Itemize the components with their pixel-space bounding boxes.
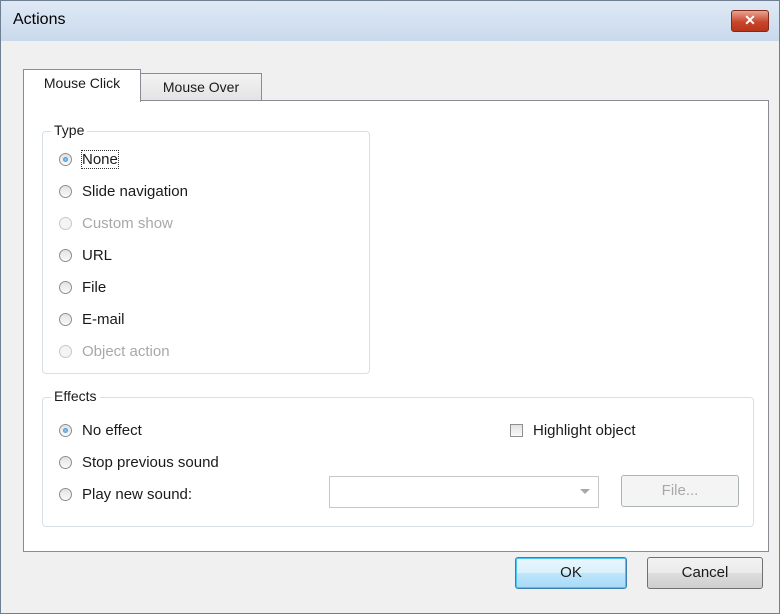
radio-label: URL: [82, 246, 113, 264]
ok-button[interactable]: OK: [515, 557, 627, 589]
tab-mouse-click[interactable]: Mouse Click: [23, 69, 141, 102]
title-bar: Actions ✕: [1, 1, 779, 41]
radio-label: Custom show: [82, 214, 173, 232]
radio-button[interactable]: [59, 487, 72, 501]
file-button: File...: [621, 475, 739, 507]
radio-label: Stop previous sound: [82, 453, 219, 471]
dialog-body: Mouse Click Mouse Over Type None Slide n…: [9, 41, 771, 607]
radio-label: Object action: [82, 342, 170, 360]
type-group: Type None Slide navigation Custom show U…: [42, 122, 370, 374]
radio-label: Play new sound:: [82, 485, 193, 503]
radio-label: No effect: [82, 421, 142, 439]
close-icon: ✕: [744, 12, 756, 28]
radio-label: E-mail: [82, 310, 125, 328]
radio-stop-previous-sound[interactable]: Stop previous sound: [59, 452, 219, 472]
radio-none[interactable]: None: [59, 149, 119, 169]
sound-combobox[interactable]: [329, 476, 599, 508]
radio-button: [59, 216, 72, 230]
tab-mouse-over[interactable]: Mouse Over: [140, 73, 262, 101]
close-button[interactable]: ✕: [731, 10, 769, 32]
checkbox-label: Highlight object: [533, 421, 636, 439]
radio-button[interactable]: [59, 248, 72, 262]
highlight-object-checkbox[interactable]: Highlight object: [510, 420, 636, 440]
radio-label: Slide navigation: [82, 182, 188, 200]
radio-custom-show: Custom show: [59, 213, 173, 233]
radio-no-effect[interactable]: No effect: [59, 420, 142, 440]
checkbox[interactable]: [510, 423, 523, 437]
radio-email[interactable]: E-mail: [59, 309, 125, 329]
group-label: Effects: [51, 388, 100, 404]
button-label: File...: [661, 482, 699, 499]
radio-file[interactable]: File: [59, 277, 106, 297]
radio-button[interactable]: [59, 455, 72, 469]
radio-button[interactable]: [59, 280, 72, 294]
radio-object-action: Object action: [59, 341, 170, 361]
button-label: Cancel: [681, 564, 729, 581]
radio-button[interactable]: [59, 152, 72, 166]
tab-label: Mouse Click: [43, 75, 121, 91]
window-title: Actions: [13, 11, 66, 28]
button-label: OK: [560, 564, 582, 581]
radio-url[interactable]: URL: [59, 245, 112, 265]
radio-button: [59, 344, 72, 358]
radio-button[interactable]: [59, 312, 72, 326]
cancel-button[interactable]: Cancel: [647, 557, 763, 589]
radio-label: File: [82, 278, 107, 296]
group-label: Type: [51, 122, 88, 138]
chevron-down-icon[interactable]: [580, 489, 590, 494]
radio-label: None: [81, 149, 119, 169]
radio-button[interactable]: [59, 423, 72, 437]
radio-button[interactable]: [59, 184, 72, 198]
radio-play-new-sound[interactable]: Play new sound:: [59, 484, 192, 504]
actions-dialog: Actions ✕ Mouse Click Mouse Over Type No…: [0, 0, 780, 614]
tab-label: Mouse Over: [162, 79, 240, 95]
radio-slide-navigation[interactable]: Slide navigation: [59, 181, 188, 201]
